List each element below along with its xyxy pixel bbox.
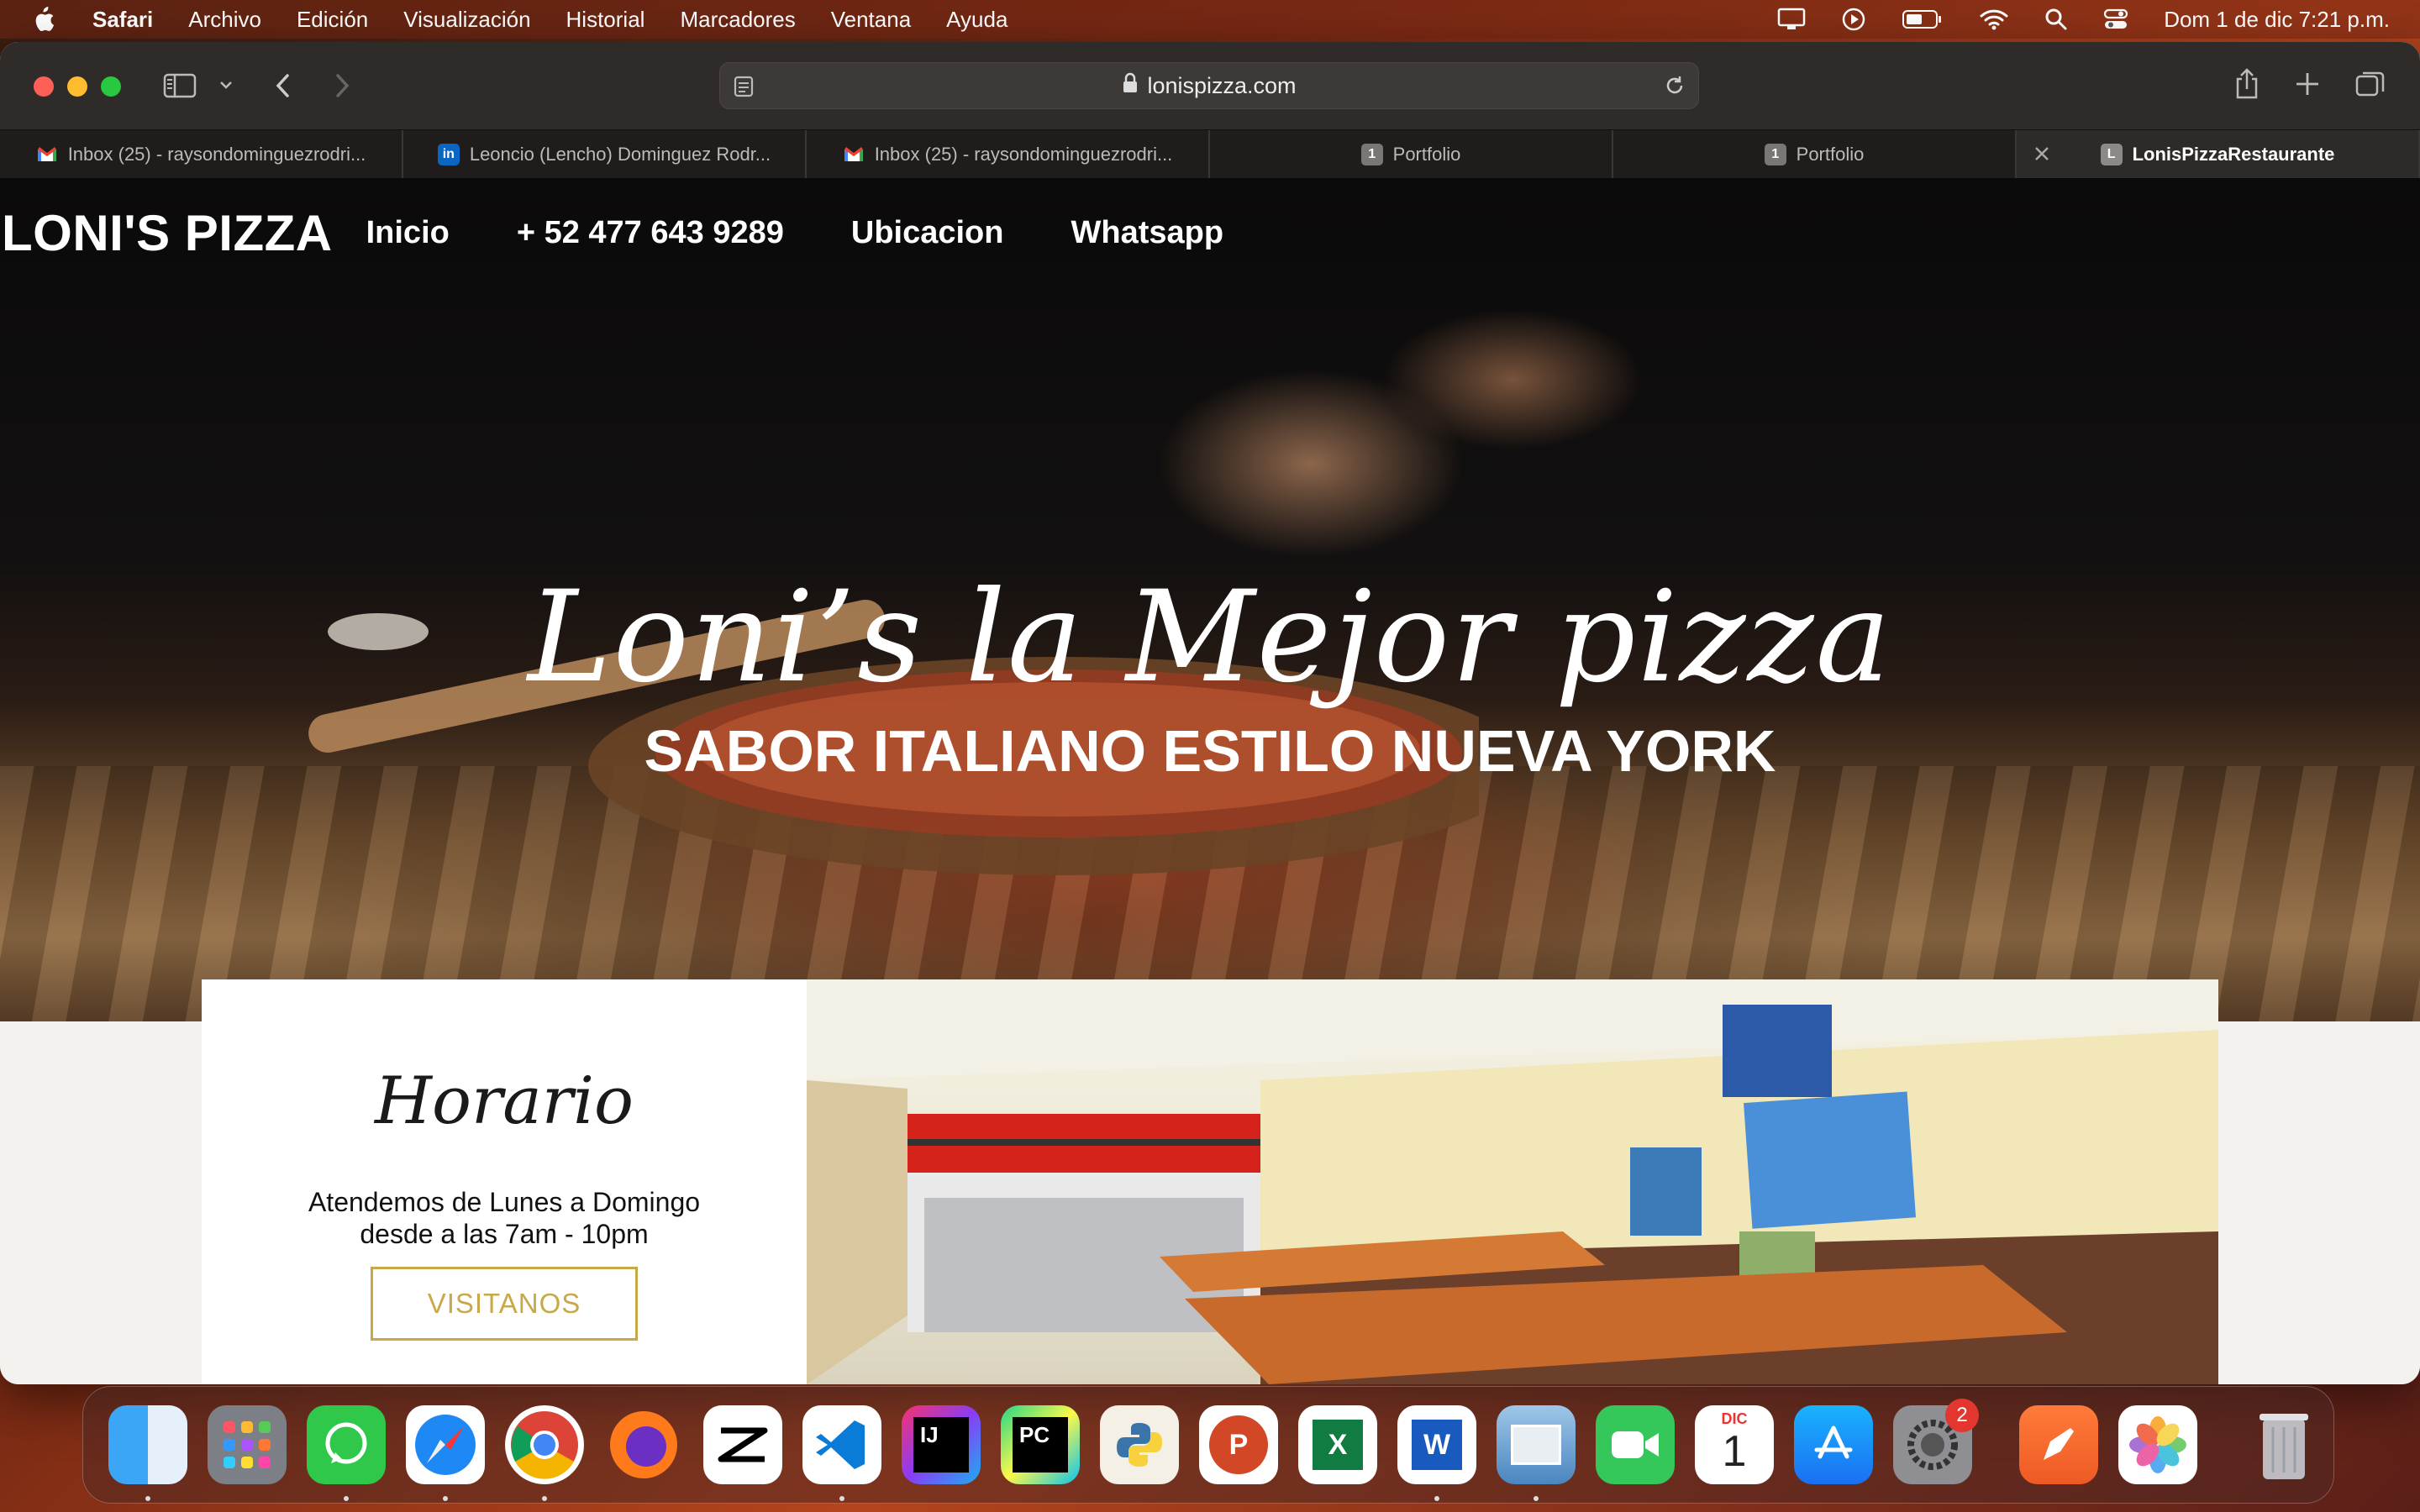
- schedule-panel: Horario Atendemos de Lunes a Domingo des…: [202, 979, 807, 1384]
- hero-section: LONI'S PIZZA Inicio + 52 477 643 9289 Ub…: [0, 178, 2420, 1021]
- apple-icon[interactable]: [30, 6, 55, 33]
- facetime-icon[interactable]: [1596, 1405, 1675, 1484]
- pycharm-icon[interactable]: PC: [1001, 1405, 1080, 1484]
- lock-icon: [1122, 72, 1139, 100]
- chevron-down-icon[interactable]: [218, 77, 234, 97]
- menu-visualizacion[interactable]: Visualización: [403, 7, 530, 33]
- forward-icon[interactable]: [329, 71, 355, 105]
- portfolio-icon: 1: [1764, 144, 1786, 165]
- tab-label: Leoncio (Lencho) Dominguez Rodr...: [469, 144, 771, 165]
- app-store-icon[interactable]: [1794, 1405, 1873, 1484]
- menu-historial[interactable]: Historial: [566, 7, 645, 33]
- search-icon[interactable]: [2044, 8, 2068, 31]
- schedule-days: Atendemos de Lunes a Domingo: [308, 1187, 701, 1217]
- tab-label: Portfolio: [1796, 144, 1865, 165]
- tab-label: Inbox (25) - raysondominguezrodri...: [874, 144, 1173, 165]
- close-tab-icon[interactable]: [2032, 144, 2052, 169]
- schedule-card: Horario Atendemos de Lunes a Domingo des…: [202, 979, 2218, 1384]
- back-icon[interactable]: [271, 71, 296, 105]
- new-tab-icon[interactable]: [2294, 71, 2321, 102]
- menu-edicion[interactable]: Edición: [297, 7, 368, 33]
- chrome-icon[interactable]: [505, 1405, 584, 1501]
- intellij-icon[interactable]: IJ: [902, 1405, 981, 1484]
- visit-button[interactable]: VISITANOS: [371, 1267, 638, 1341]
- close-window-button[interactable]: [34, 76, 54, 97]
- tab-lonis-active[interactable]: L LonisPizzaRestaurante: [2017, 130, 2420, 179]
- zoom-window-button[interactable]: [101, 76, 121, 97]
- menu-ventana[interactable]: Ventana: [831, 7, 911, 33]
- calendar-icon[interactable]: DIC 1: [1695, 1405, 1774, 1484]
- restaurant-interior-photo: [807, 979, 2218, 1384]
- nav-inicio[interactable]: Inicio: [366, 215, 450, 251]
- pen-app-icon[interactable]: [2019, 1405, 2098, 1484]
- menu-bar: Safari Archivo Edición Visualización His…: [0, 0, 2420, 39]
- url-text[interactable]: lonispizza.com: [1147, 73, 1296, 99]
- firefox-icon[interactable]: [604, 1405, 683, 1484]
- address-bar[interactable]: lonispizza.com: [719, 62, 1699, 109]
- site-brand[interactable]: LONI'S PIZZA: [2, 204, 333, 262]
- tab-bar: Inbox (25) - raysondominguezrodri... in …: [0, 129, 2420, 179]
- control-center-icon[interactable]: [2103, 8, 2128, 31]
- tab-portfolio-2[interactable]: 1 Portfolio: [1613, 130, 2017, 179]
- portfolio-icon: 1: [1360, 144, 1383, 165]
- gmail-icon: [36, 144, 58, 165]
- menu-archivo[interactable]: Archivo: [188, 7, 261, 33]
- browser-toolbar: lonispizza.com: [0, 42, 2420, 129]
- menubar-clock[interactable]: Dom 1 de dic 7:21 p.m.: [2164, 7, 2390, 33]
- tab-linkedin[interactable]: in Leoncio (Lencho) Dominguez Rodr...: [403, 130, 807, 179]
- menu-marcadores[interactable]: Marcadores: [680, 7, 795, 33]
- vscode-icon[interactable]: [802, 1405, 881, 1501]
- site-navbar: LONI'S PIZZA Inicio + 52 477 643 9289 Ub…: [0, 178, 2420, 287]
- tab-label: LonisPizzaRestaurante: [2132, 144, 2335, 165]
- page-menu-icon[interactable]: [732, 75, 755, 104]
- launchpad-icon[interactable]: [208, 1405, 287, 1484]
- system-settings-icon[interactable]: 2: [1893, 1399, 1979, 1484]
- now-playing-icon[interactable]: [1841, 7, 1866, 32]
- menu-ayuda[interactable]: Ayuda: [946, 7, 1007, 33]
- dock: IJ PC P X W DIC 1 2: [82, 1386, 2334, 1504]
- safari-icon[interactable]: [406, 1405, 485, 1501]
- hero-subtitle: SABOR ITALIANO ESTILO NUEVA YORK: [644, 718, 1776, 784]
- capcut-icon[interactable]: [703, 1405, 782, 1484]
- schedule-hours: desde a las 7am - 10pm: [360, 1219, 649, 1249]
- sidebar-toggle-icon[interactable]: [163, 72, 197, 103]
- trash-icon[interactable]: [2244, 1405, 2323, 1484]
- tab-overview-icon[interactable]: [2354, 69, 2386, 103]
- nav-whatsapp[interactable]: Whatsapp: [1071, 215, 1223, 251]
- minimize-window-button[interactable]: [67, 76, 87, 97]
- reload-icon[interactable]: [1663, 74, 1686, 103]
- menu-app-name[interactable]: Safari: [92, 7, 153, 33]
- wifi-icon[interactable]: [1979, 8, 2009, 31]
- safari-window: lonispizza.com Inbox (25) - raysondoming…: [0, 42, 2420, 1384]
- tab-label: Portfolio: [1392, 144, 1461, 165]
- tab-label: Inbox (25) - raysondominguezrodri...: [67, 144, 366, 165]
- notification-badge: 2: [1945, 1399, 1979, 1432]
- tab-portfolio-1[interactable]: 1 Portfolio: [1210, 130, 1613, 179]
- word-icon[interactable]: W: [1397, 1405, 1476, 1501]
- share-icon[interactable]: [2233, 67, 2260, 105]
- python-launcher-icon[interactable]: [1100, 1405, 1179, 1484]
- tab-gmail-1[interactable]: Inbox (25) - raysondominguezrodri...: [0, 130, 403, 179]
- schedule-title: Horario: [375, 1063, 634, 1139]
- photos-icon[interactable]: [2118, 1405, 2197, 1484]
- web-page: LONI'S PIZZA Inicio + 52 477 643 9289 Ub…: [0, 178, 2420, 1384]
- gmail-icon: [843, 144, 865, 165]
- display-icon[interactable]: [1777, 8, 1806, 31]
- whatsapp-icon[interactable]: [307, 1405, 386, 1501]
- preview-icon[interactable]: [1497, 1405, 1576, 1501]
- powerpoint-icon[interactable]: P: [1199, 1405, 1278, 1484]
- hero-title: Loni’s la Mejor pizza: [528, 564, 1892, 711]
- finder-icon[interactable]: [108, 1405, 187, 1501]
- battery-icon[interactable]: [1902, 8, 1944, 30]
- excel-icon[interactable]: X: [1298, 1405, 1377, 1484]
- nav-ubicacion[interactable]: Ubicacion: [851, 215, 1004, 251]
- nav-phone[interactable]: + 52 477 643 9289: [517, 215, 784, 251]
- page-icon: L: [2100, 144, 2123, 165]
- linkedin-icon: in: [437, 144, 460, 165]
- tab-gmail-2[interactable]: Inbox (25) - raysondominguezrodri...: [807, 130, 1210, 179]
